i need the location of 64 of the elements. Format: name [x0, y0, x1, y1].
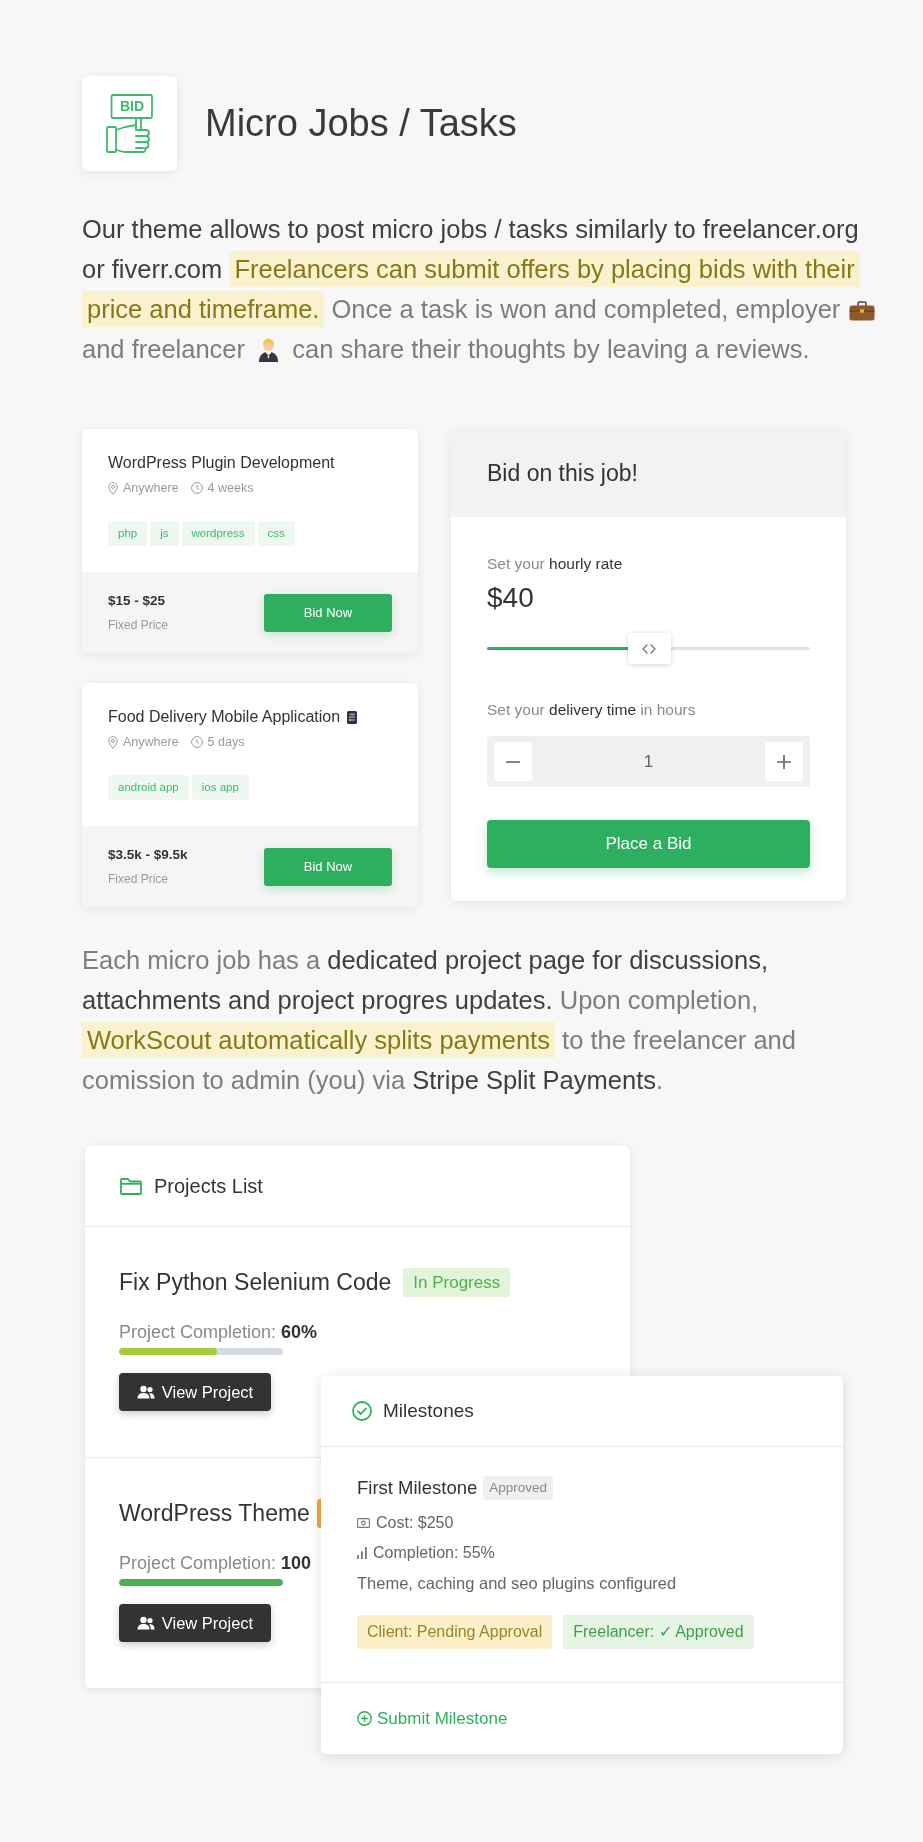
page-title: Micro Jobs / Tasks	[205, 101, 517, 146]
folder-icon	[120, 1177, 142, 1195]
plus-icon	[777, 754, 791, 769]
duration-text: 5 days	[207, 734, 245, 750]
skill-tag[interactable]: js	[150, 521, 179, 546]
view-project-button[interactable]: View Project	[119, 1373, 271, 1411]
bar-chart-icon	[357, 1547, 367, 1559]
job-title: WordPress Plugin Development	[108, 453, 335, 473]
price-type-text: Fixed Price	[108, 870, 170, 888]
duration-text: 4 weeks	[207, 480, 254, 496]
users-icon	[136, 1616, 155, 1630]
minus-icon	[506, 760, 520, 763]
submit-milestone-link[interactable]: Submit Milestone	[357, 1705, 508, 1732]
completion-text: Project Completion: 60%	[119, 1321, 318, 1343]
hours-stepper[interactable]: 1	[487, 736, 810, 787]
description-text: Theme, caching and seo plugins configured	[357, 1573, 677, 1593]
hours-field[interactable]: 1	[538, 742, 759, 781]
rate-label: Set your hourly rate	[487, 554, 623, 573]
hand-sign-icon	[106, 93, 153, 154]
rate-slider[interactable]	[487, 633, 810, 664]
projects-title: Projects List	[154, 1174, 263, 1199]
rate-value: $40	[487, 582, 534, 614]
plus-circle-icon	[357, 1711, 372, 1726]
project-title: WordPress Theme	[119, 1499, 310, 1529]
milestones-title: Milestones	[383, 1398, 474, 1423]
check-circle-icon	[352, 1401, 372, 1421]
sign-label: BID	[118, 97, 146, 115]
bid-now-button[interactable]: Bid Now	[264, 593, 392, 632]
panel-title: Bid on this job!	[487, 458, 638, 488]
completion-text: Completion: 55%	[373, 1543, 495, 1563]
chevrons-icon	[642, 643, 656, 654]
price-type-text: Fixed Price	[108, 616, 169, 634]
status-badge: In Progress	[403, 1268, 511, 1297]
bid-now-button[interactable]: Bid Now	[264, 847, 392, 886]
slider-thumb[interactable]	[627, 633, 671, 664]
increase-button[interactable]	[765, 742, 803, 781]
skill-tag[interactable]: android app	[108, 775, 189, 800]
job-title: Food Delivery Mobile Application	[108, 707, 341, 727]
location-text: Anywhere	[123, 480, 179, 496]
milestone-title: First Milestone	[357, 1476, 478, 1501]
approval-badge: Freelancer: ✓ Approved	[563, 1615, 754, 1649]
skill-tag[interactable]: ios app	[191, 775, 249, 800]
skill-tag[interactable]: php	[108, 521, 148, 546]
hours-label: Set your delivery time in hours	[487, 700, 696, 719]
users-icon	[136, 1385, 155, 1399]
pin-icon	[108, 735, 118, 749]
cost-text: Cost: $250	[376, 1513, 454, 1533]
price-text: $15 - $25	[108, 592, 167, 611]
skill-tag[interactable]: css	[257, 521, 295, 546]
status-badge: Approved	[483, 1476, 554, 1500]
completion-text: Project Completion: 100	[119, 1552, 312, 1574]
details-paragraph: Each micro job has a dedicated project page for discussions, attachments and project progres updates. Upon completion, WorkScout automatically splits payments to the freelancer and comission to admin (you) via Stripe Split Payments.	[82, 945, 797, 1096]
clock-icon	[190, 736, 203, 748]
approval-badge: Client: Pending Approval	[357, 1615, 553, 1649]
price-text: $3.5k - $9.5k	[108, 846, 188, 865]
intro-paragraph: Our theme allows to post micro jobs / tasks similarly to freelancer.org or fiverr.com Freelancers can submit offers by placing bids with their price and timeframe. Once a task is won and completed, employer and freelancer can share their thoughts by leaving a reviews.	[82, 209, 884, 369]
banknote-icon	[357, 1518, 370, 1528]
skill-tag[interactable]: wordpress	[181, 521, 255, 546]
place-bid-button[interactable]: Place a Bid	[487, 820, 810, 868]
pin-icon	[108, 481, 118, 495]
project-title: Fix Python Selenium Code	[119, 1268, 392, 1298]
clock-icon	[190, 482, 203, 494]
location-text: Anywhere	[123, 734, 179, 750]
view-project-button[interactable]: View Project	[119, 1604, 271, 1642]
